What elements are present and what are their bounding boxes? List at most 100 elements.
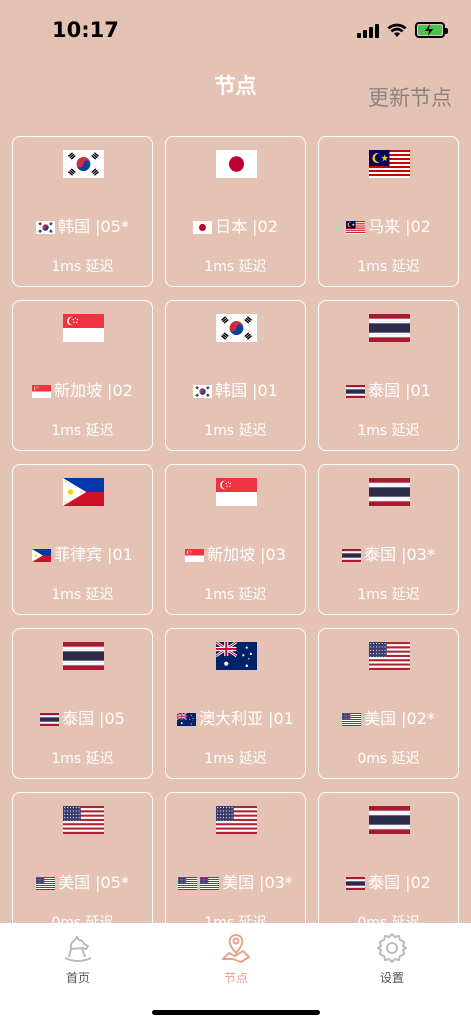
node-card[interactable]: 韩国 |01 1ms 延迟 bbox=[165, 300, 306, 451]
node-card[interactable]: 日本 |02 1ms 延迟 bbox=[165, 136, 306, 287]
thailand-flag-icon bbox=[342, 547, 362, 562]
node-label: 新加坡 |03 bbox=[207, 545, 286, 564]
node-label: 美国 |02* bbox=[364, 709, 435, 728]
node-label: 泰国 |03* bbox=[364, 545, 435, 564]
tab-nodes-label: 节点 bbox=[223, 971, 248, 985]
node-label: 日本 |02 bbox=[215, 217, 278, 236]
philippines-flag-icon bbox=[32, 547, 52, 562]
usa-flag-icon bbox=[63, 806, 104, 834]
japan-flag-icon bbox=[216, 150, 257, 178]
malaysia-flag-icon bbox=[346, 219, 366, 234]
node-card[interactable]: 泰国 |02 0ms 延迟 bbox=[318, 792, 459, 924]
gear-icon bbox=[377, 933, 407, 963]
node-name: 泰国 |05 bbox=[13, 705, 152, 729]
usa-flag-icon bbox=[178, 875, 198, 890]
node-label: 澳大利亚 |01 bbox=[199, 709, 294, 728]
node-latency: 1ms 延迟 bbox=[204, 751, 267, 767]
status-bar: 10:17 bbox=[0, 0, 471, 62]
tab-home-label: 首页 bbox=[65, 971, 90, 985]
node-latency: 1ms 延迟 bbox=[204, 587, 267, 603]
node-card[interactable]: 新加坡 |03 1ms 延迟 bbox=[165, 464, 306, 615]
thailand-flag-icon bbox=[63, 642, 104, 670]
node-name: 新加坡 |03 bbox=[166, 541, 305, 565]
map-pin-icon bbox=[222, 934, 250, 963]
node-latency: 1ms 延迟 bbox=[51, 423, 114, 439]
node-card[interactable]: 菲律宾 |01 1ms 延迟 bbox=[12, 464, 153, 615]
usa-flag-icon bbox=[369, 642, 410, 670]
tab-settings-label: 设置 bbox=[379, 971, 404, 985]
japan-flag-icon bbox=[193, 219, 213, 234]
usa-flag-icon bbox=[216, 806, 257, 834]
thailand-flag-icon bbox=[369, 478, 410, 506]
node-label: 韩国 |05* bbox=[58, 217, 129, 236]
thailand-flag-icon bbox=[346, 875, 366, 890]
node-card[interactable]: 泰国 |05 1ms 延迟 bbox=[12, 628, 153, 779]
south-korea-flag-icon bbox=[36, 219, 56, 234]
tab-settings[interactable]: 设置 bbox=[352, 931, 432, 986]
node-name: 美国 |05* bbox=[13, 869, 152, 893]
node-latency: 1ms 延迟 bbox=[204, 259, 267, 275]
node-latency: 1ms 延迟 bbox=[51, 751, 114, 767]
node-label: 泰国 |02 bbox=[368, 873, 431, 892]
node-card[interactable]: 美国 |03* 1ms 延迟 bbox=[165, 792, 306, 924]
thailand-flag-icon bbox=[40, 711, 60, 726]
singapore-flag-icon bbox=[63, 314, 104, 342]
node-latency: 1ms 延迟 bbox=[51, 587, 114, 603]
node-name: 澳大利亚 |01 bbox=[166, 705, 305, 729]
usa-flag-icon bbox=[342, 711, 362, 726]
thailand-flag-icon bbox=[369, 314, 410, 342]
battery-icon bbox=[415, 22, 448, 38]
node-label: 新加坡 |02 bbox=[54, 381, 133, 400]
node-label: 泰国 |01 bbox=[368, 381, 431, 400]
status-time: 10:17 bbox=[52, 18, 119, 42]
cellular-signal-icon bbox=[357, 22, 379, 38]
node-name: 菲律宾 |01 bbox=[13, 541, 152, 565]
node-grid: 韩国 |05* 1ms 延迟 日本 |02 1ms 延迟 马来 |02 1ms 延迟 新… bbox=[12, 136, 459, 924]
singapore-flag-icon bbox=[32, 383, 52, 398]
malaysia-flag-icon bbox=[369, 150, 410, 178]
node-name: 韩国 |01 bbox=[166, 377, 305, 401]
node-latency: 1ms 延迟 bbox=[204, 423, 267, 439]
singapore-flag-icon bbox=[216, 478, 257, 506]
tab-nodes[interactable]: 节点 bbox=[196, 931, 276, 986]
node-card[interactable]: 马来 |02 1ms 延迟 bbox=[318, 136, 459, 287]
node-name: 泰国 |03* bbox=[319, 541, 458, 565]
south-korea-flag-icon bbox=[63, 150, 104, 178]
node-latency: 1ms 延迟 bbox=[357, 259, 420, 275]
node-card[interactable]: 新加坡 |02 1ms 延迟 bbox=[12, 300, 153, 451]
home-indicator bbox=[152, 1010, 320, 1015]
node-label: 马来 |02 bbox=[368, 217, 431, 236]
south-korea-flag-icon bbox=[193, 383, 213, 398]
node-name: 泰国 |02 bbox=[319, 869, 458, 893]
singapore-flag-icon bbox=[185, 547, 205, 562]
node-latency: 1ms 延迟 bbox=[357, 587, 420, 603]
node-card[interactable]: 美国 |02* 0ms 延迟 bbox=[318, 628, 459, 779]
thailand-flag-icon bbox=[369, 806, 410, 834]
node-latency: 1ms 延迟 bbox=[51, 259, 114, 275]
node-label: 美国 |05* bbox=[58, 873, 129, 892]
node-name: 韩国 |05* bbox=[13, 213, 152, 237]
tab-bar: 首页 节点 设置 bbox=[0, 923, 471, 1024]
tab-home[interactable]: 首页 bbox=[38, 931, 118, 986]
south-korea-flag-icon bbox=[216, 314, 257, 342]
rocking-horse-icon bbox=[64, 936, 92, 962]
update-nodes-button[interactable]: 更新节点 bbox=[368, 82, 452, 112]
node-card[interactable]: 美国 |05* 0ms 延迟 bbox=[12, 792, 153, 924]
node-label: 韩国 |01 bbox=[215, 381, 278, 400]
node-label: 泰国 |05 bbox=[62, 709, 125, 728]
node-name: 新加坡 |02 bbox=[13, 377, 152, 401]
node-name: 美国 |02* bbox=[319, 705, 458, 729]
node-card[interactable]: 韩国 |05* 1ms 延迟 bbox=[12, 136, 153, 287]
node-card[interactable]: 泰国 |01 1ms 延迟 bbox=[318, 300, 459, 451]
node-name: 泰国 |01 bbox=[319, 377, 458, 401]
node-latency: 1ms 延迟 bbox=[357, 423, 420, 439]
australia-flag-icon bbox=[215, 640, 257, 670]
usa-flag-icon bbox=[36, 875, 56, 890]
philippines-flag-icon bbox=[63, 478, 104, 506]
node-name: 日本 |02 bbox=[166, 213, 305, 237]
node-card[interactable]: 泰国 |03* 1ms 延迟 bbox=[318, 464, 459, 615]
thailand-flag-icon bbox=[346, 383, 366, 398]
node-card[interactable]: 澳大利亚 |01 1ms 延迟 bbox=[165, 628, 306, 779]
node-label: 菲律宾 |01 bbox=[54, 545, 133, 564]
node-latency: 0ms 延迟 bbox=[357, 751, 420, 767]
